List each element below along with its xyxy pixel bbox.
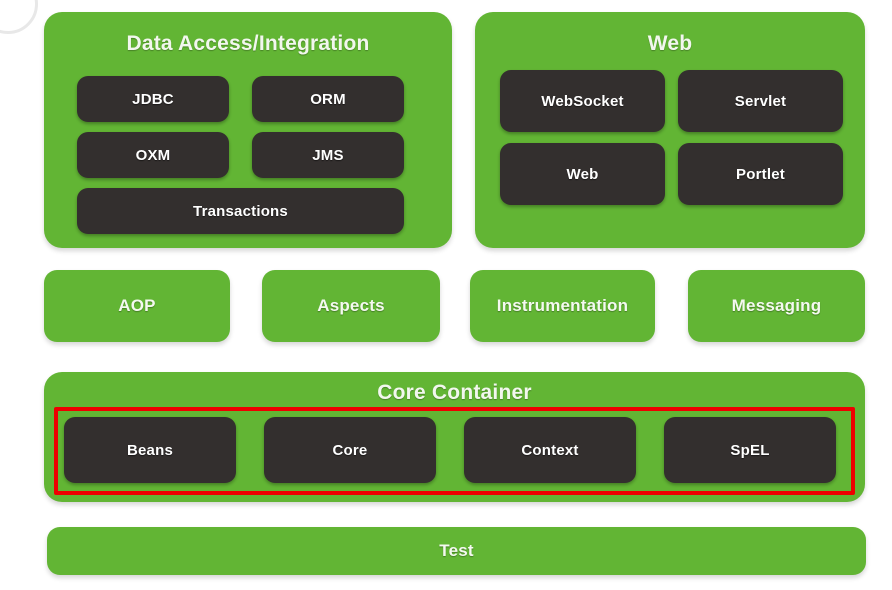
panel-core-container: Core Container Beans Core Context SpEL (44, 372, 865, 502)
module-servlet[interactable]: Servlet (678, 70, 843, 132)
module-label: Context (521, 441, 579, 459)
module-core[interactable]: Core (264, 417, 436, 483)
module-label: ORM (310, 90, 346, 108)
module-label: Portlet (736, 165, 785, 183)
module-oxm[interactable]: OXM (77, 132, 229, 178)
module-label: Beans (126, 441, 174, 459)
module-label: Web (566, 165, 599, 183)
module-test[interactable]: Test (47, 527, 866, 575)
module-websocket[interactable]: WebSocket (500, 70, 665, 132)
module-label: Messaging (731, 296, 822, 315)
circle-outline-icon (0, 0, 38, 34)
module-messaging[interactable]: Messaging (688, 270, 865, 342)
module-orm[interactable]: ORM (252, 76, 404, 122)
spring-architecture-diagram: Data Access/Integration JDBC ORM OXM JMS… (0, 0, 892, 590)
module-beans[interactable]: Beans (64, 417, 236, 483)
module-transactions[interactable]: Transactions (77, 188, 404, 234)
module-aspects[interactable]: Aspects (262, 270, 440, 342)
module-label: WebSocket (541, 92, 624, 110)
module-label: Core (332, 441, 368, 459)
module-label: Servlet (734, 92, 787, 110)
module-label: Aspects (317, 296, 385, 315)
module-spel[interactable]: SpEL (664, 417, 836, 483)
module-label: Test (439, 541, 474, 560)
module-jms[interactable]: JMS (252, 132, 404, 178)
module-context[interactable]: Context (464, 417, 636, 483)
module-jdbc[interactable]: JDBC (77, 76, 229, 122)
module-label: Instrumentation (496, 296, 629, 315)
module-portlet[interactable]: Portlet (678, 143, 843, 205)
module-label: AOP (118, 296, 156, 315)
module-aop[interactable]: AOP (44, 270, 230, 342)
panel-data-access-integration: Data Access/Integration JDBC ORM OXM JMS… (44, 12, 452, 248)
module-instrumentation[interactable]: Instrumentation (470, 270, 655, 342)
module-label: Transactions (193, 202, 288, 220)
module-label: JDBC (132, 90, 174, 108)
panel-web: Web WebSocket Servlet Web Portlet (475, 12, 865, 248)
module-label: OXM (135, 146, 171, 164)
module-label: SpEL (730, 441, 770, 459)
panel-title-web: Web (647, 32, 693, 55)
module-web[interactable]: Web (500, 143, 665, 205)
module-label: JMS (312, 146, 344, 164)
panel-title-core-container: Core Container (377, 381, 532, 404)
panel-title-data-access: Data Access/Integration (126, 32, 370, 55)
